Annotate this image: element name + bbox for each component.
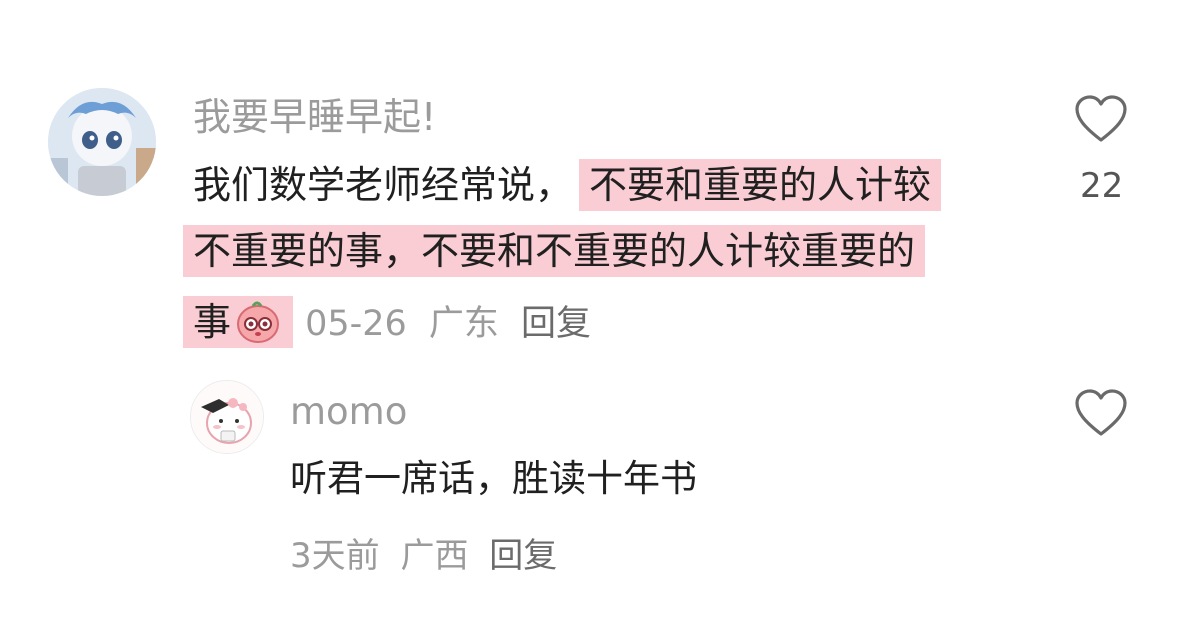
comment-text-line-1: 我们数学老师经常说， 不要和重要的人计较: [193, 159, 942, 211]
reply-date: 3天前: [290, 536, 380, 576]
comment-text-highlight: 不要和重要的人计较: [579, 159, 942, 211]
avatar[interactable]: [48, 88, 156, 196]
comment-text-plain: 我们数学老师经常说，: [193, 163, 574, 207]
comment-text-line-2: 不重要的事，不要和不重要的人计较重要的: [183, 225, 926, 277]
comment-location: 广东: [428, 304, 499, 344]
reply-avatar[interactable]: [190, 380, 264, 454]
reply-location: 广西: [400, 536, 469, 576]
comment-text-highlight-char: 事: [193, 300, 232, 344]
reply-username[interactable]: momo: [290, 393, 407, 430]
like-heart-icon[interactable]: [1074, 388, 1128, 438]
pink-character-avatar-icon: [191, 381, 263, 453]
like-count: 22: [1080, 166, 1124, 206]
reply-button[interactable]: 回复: [521, 304, 591, 344]
reply-text: 听君一席话，胜读十年书: [290, 457, 697, 500]
comment-text-line-3: 事 05-26 广东 回复: [183, 296, 591, 348]
like-heart-icon[interactable]: [1074, 94, 1128, 144]
reply-reply-button[interactable]: 回复: [489, 536, 557, 576]
avatar-figure-icon: [48, 88, 156, 196]
reply-meta: 3天前 广西 回复: [290, 528, 557, 577]
comment-username[interactable]: 我要早睡早起!: [193, 98, 436, 136]
pink-blob-emoji-icon: [237, 301, 280, 343]
comment-date: 05-26: [305, 304, 407, 344]
comment-text-highlight: 不重要的事，不要和不重要的人计较重要的: [183, 225, 926, 277]
comment-text-highlight-end: 事: [183, 296, 294, 348]
